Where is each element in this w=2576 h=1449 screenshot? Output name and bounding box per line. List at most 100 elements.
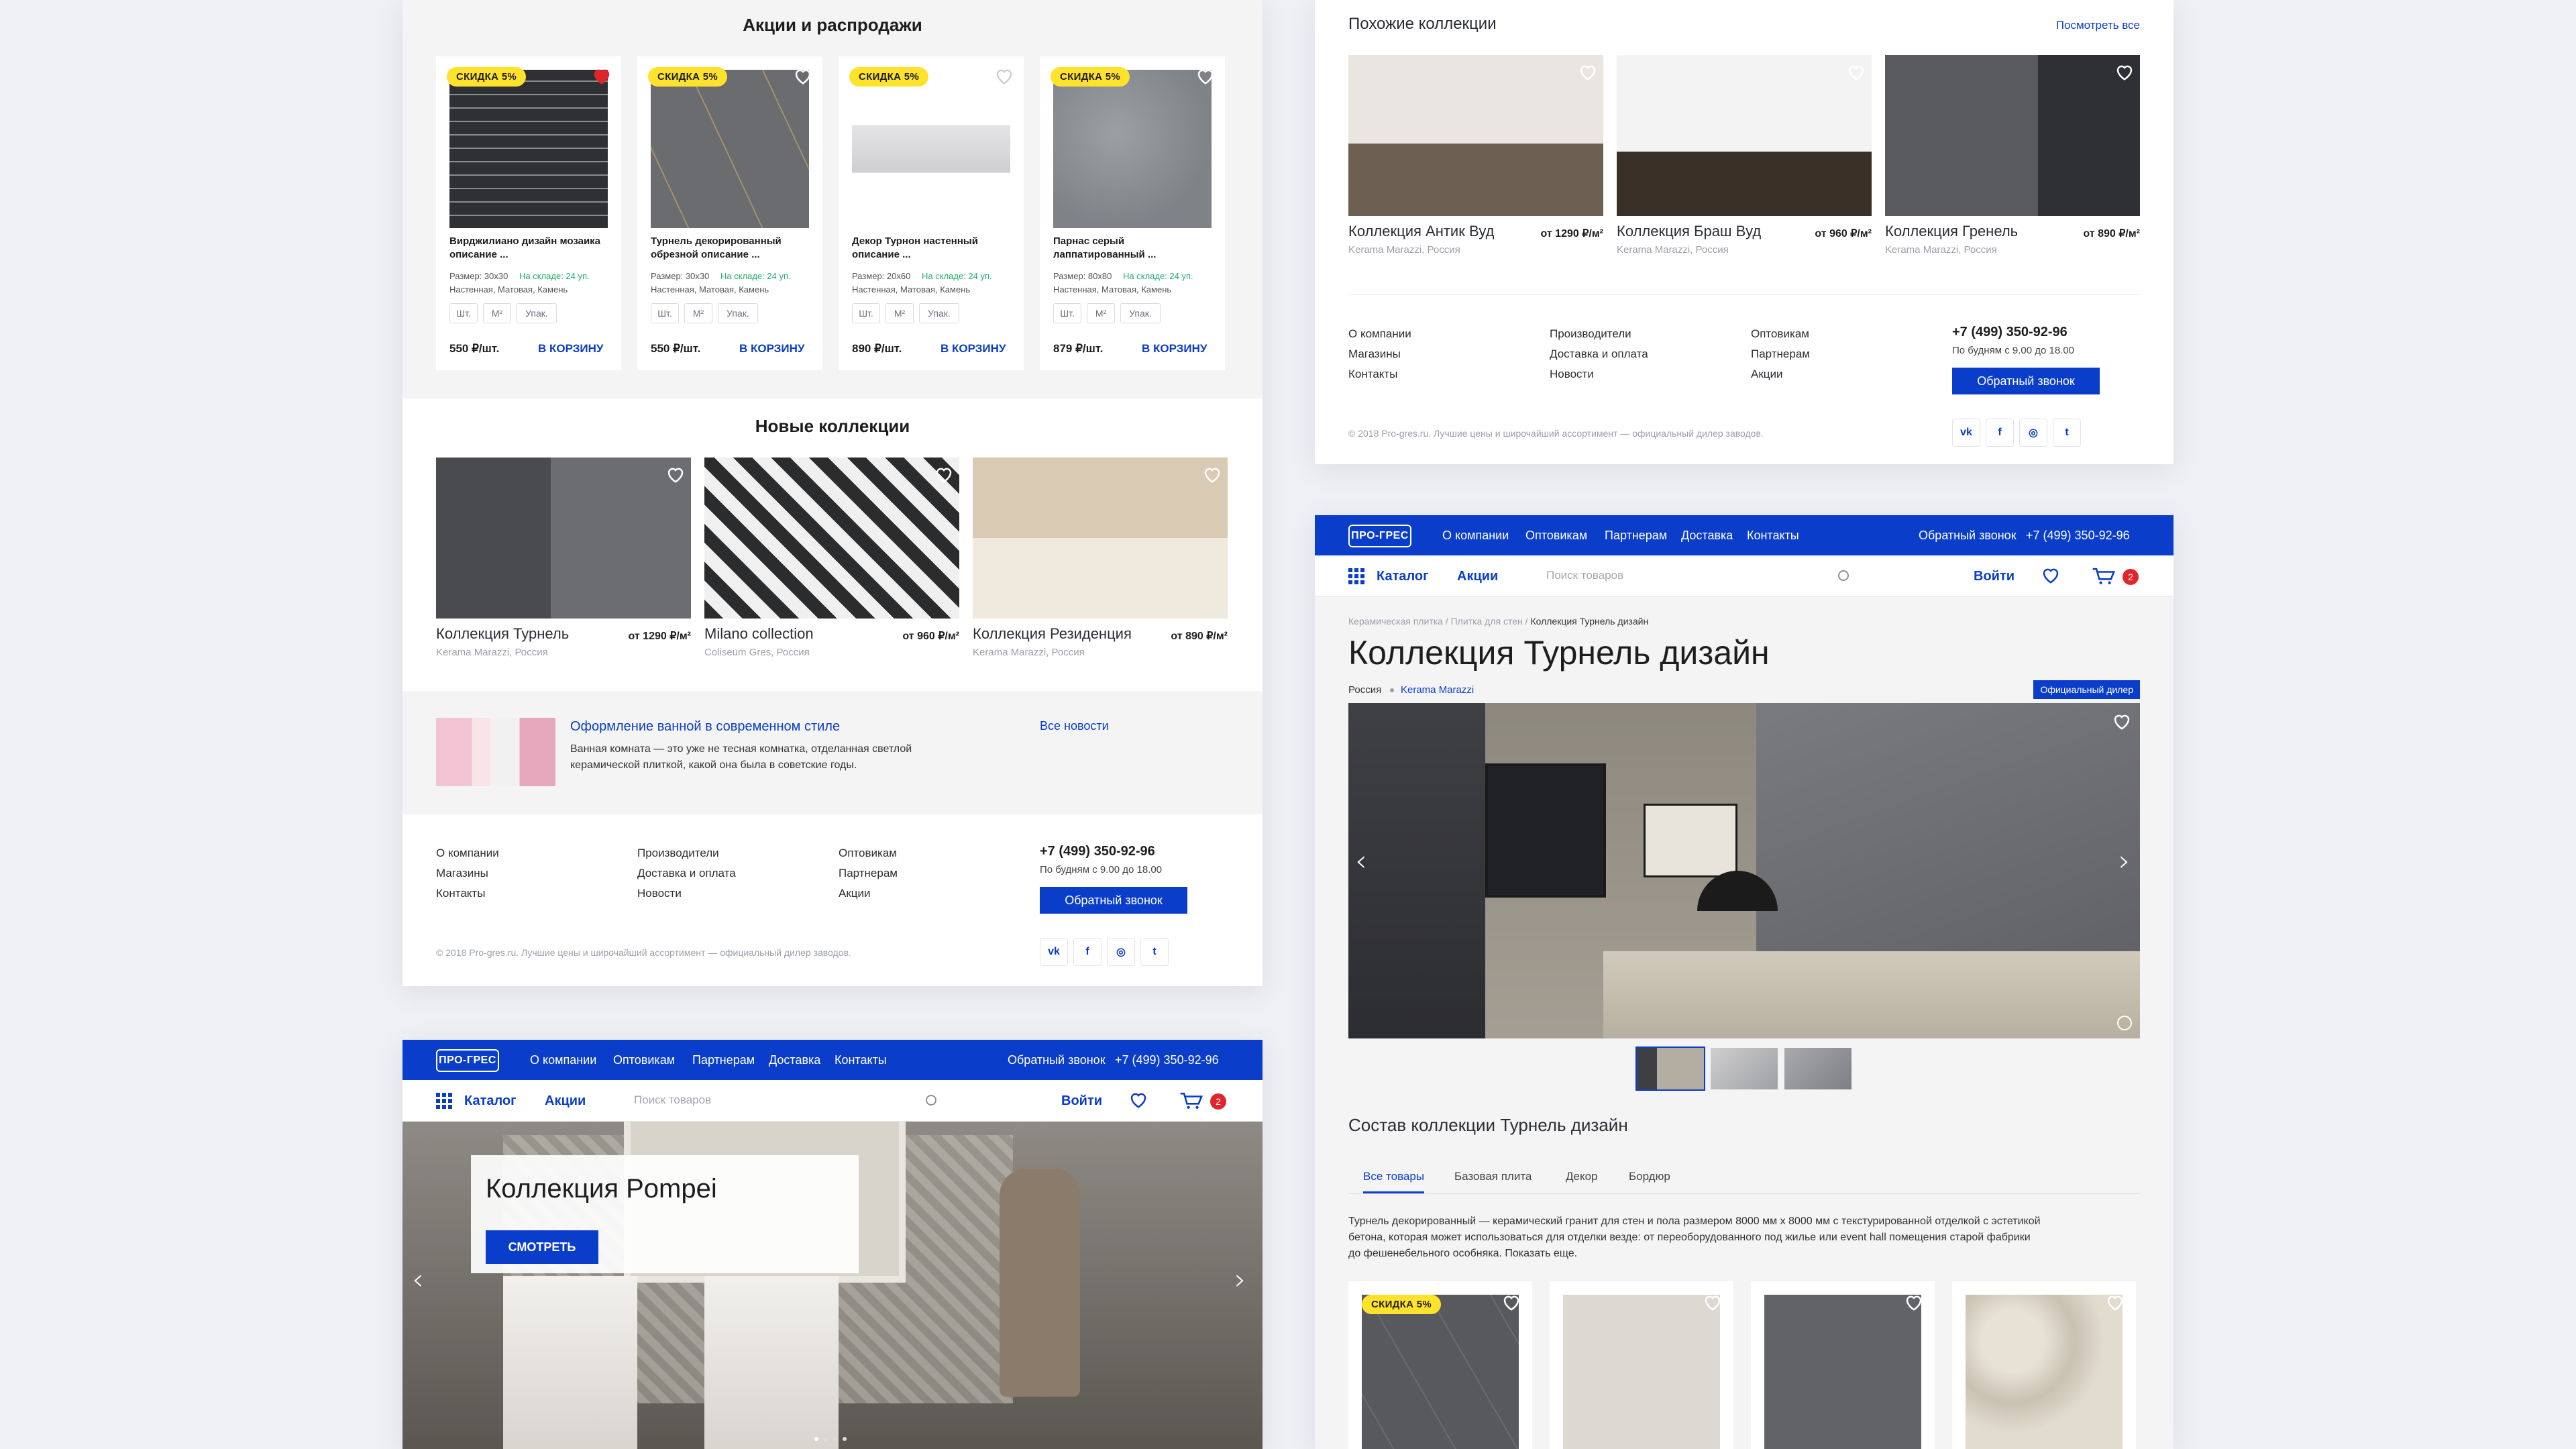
top-link-contacts[interactable]: Контакты: [1747, 529, 1799, 543]
favorite-icon[interactable]: [993, 66, 1016, 86]
favorite-icon[interactable]: [1902, 1292, 1925, 1312]
unit-pack[interactable]: Упак.: [517, 303, 557, 323]
collection-name[interactable]: Коллекция Антик Вуд: [1348, 223, 1494, 240]
footer-link[interactable]: Контакты: [436, 887, 485, 900]
favorite-icon[interactable]: [1194, 66, 1217, 86]
unit-m2[interactable]: М²: [684, 303, 712, 323]
social-f-icon[interactable]: f: [1073, 938, 1102, 966]
unit-m2[interactable]: М²: [885, 303, 914, 323]
social-tw-icon[interactable]: t: [1140, 938, 1169, 966]
collection-card[interactable]: Коллекция Антик Вуд от 1290 ₽/м² Kerama Ma…: [1348, 55, 1603, 256]
footer-link[interactable]: О компании: [1348, 327, 1411, 341]
product-image[interactable]: [651, 70, 809, 228]
footer-link[interactable]: Оптовикам: [839, 847, 897, 860]
search-icon[interactable]: [1838, 570, 1849, 581]
product-name[interactable]: Парнас серый лаппатированный ...: [1053, 235, 1214, 262]
favorite-icon[interactable]: [1701, 1292, 1724, 1312]
top-link-about[interactable]: О компании: [1442, 529, 1509, 543]
search-input[interactable]: Поиск товаров: [1546, 569, 1855, 582]
unit-pcs[interactable]: Шт.: [852, 303, 880, 323]
add-to-cart-button[interactable]: В КОРЗИНУ: [1142, 342, 1207, 356]
breadcrumb-item[interactable]: Плитка для стен: [1451, 616, 1523, 627]
favorites-icon[interactable]: [2039, 565, 2062, 585]
footer-link[interactable]: Акции: [1751, 368, 1783, 381]
zoom-icon[interactable]: [2117, 1016, 2132, 1030]
product-image[interactable]: [852, 70, 1010, 228]
social-ig-icon[interactable]: ◎: [2019, 419, 2047, 447]
footer-link[interactable]: Магазины: [1348, 347, 1401, 361]
callback-link[interactable]: Обратный звонок: [1919, 529, 2017, 543]
unit-pack[interactable]: Упак.: [718, 303, 758, 323]
promo-link[interactable]: Акции: [1457, 569, 1498, 584]
product-card[interactable]: СКИДКА 5% Декор Турнон настенный описание…: [839, 56, 1024, 370]
search-input[interactable]: Поиск товаров: [634, 1093, 943, 1107]
promo-link[interactable]: Акции: [545, 1093, 586, 1109]
gallery-thumb[interactable]: [1635, 1046, 1705, 1091]
add-to-cart-button[interactable]: В КОРЗИНУ: [739, 342, 804, 356]
product-card[interactable]: [1751, 1281, 1935, 1449]
footer-link[interactable]: Партнерам: [839, 867, 898, 880]
top-link-contacts[interactable]: Контакты: [835, 1053, 887, 1067]
footer-link[interactable]: Акции: [839, 887, 871, 900]
collection-image[interactable]: [704, 458, 959, 619]
gallery-prev-arrow[interactable]: ‹: [1355, 844, 1367, 878]
news-title[interactable]: Оформление ванной в современном стиле: [570, 719, 840, 735]
tab-decor[interactable]: Декор: [1566, 1170, 1598, 1183]
collection-name[interactable]: Коллекция Браш Вуд: [1617, 223, 1761, 240]
collection-card[interactable]: Коллекция Браш Вуд от 960 ₽/м² Kerama Mara…: [1617, 55, 1872, 256]
collection-name[interactable]: Коллекция Турнель: [436, 625, 569, 643]
top-link-delivery[interactable]: Доставка: [1681, 529, 1733, 543]
view-all-link[interactable]: Посмотреть все: [2056, 19, 2140, 32]
product-card[interactable]: СКИДКА 5% Парнас серый лаппатированный ..…: [1040, 56, 1225, 370]
favorite-icon[interactable]: [664, 464, 687, 484]
product-image[interactable]: [1764, 1295, 1921, 1449]
product-card[interactable]: СКИДКА 5% Турнель декорированный обрезной…: [637, 56, 822, 370]
logo[interactable]: ПРО-ГРЕС: [1348, 525, 1411, 547]
all-news-link[interactable]: Все новости: [1040, 719, 1109, 733]
login-link[interactable]: Войти: [1061, 1093, 1102, 1109]
social-ig-icon[interactable]: ◎: [1107, 938, 1135, 966]
footer-link[interactable]: Партнерам: [1751, 347, 1810, 361]
collection-card[interactable]: Коллекция Турнель от 1290 ₽/м² Kerama Mara…: [436, 458, 691, 659]
product-image[interactable]: [1362, 1295, 1519, 1449]
unit-pack[interactable]: Упак.: [1120, 303, 1161, 323]
footer-link[interactable]: Новости: [637, 887, 682, 900]
tab-all[interactable]: Все товары: [1363, 1170, 1425, 1193]
add-to-cart-button[interactable]: В КОРЗИНУ: [538, 342, 603, 356]
top-link-delivery[interactable]: Доставка: [769, 1053, 820, 1067]
hero-next-arrow[interactable]: ›: [1234, 1263, 1246, 1297]
header-phone[interactable]: +7 (499) 350-92-96: [1115, 1053, 1219, 1067]
footer-phone[interactable]: +7 (499) 350-92-96: [1952, 325, 2068, 340]
collection-name[interactable]: Milano collection: [704, 625, 814, 643]
favorite-icon[interactable]: [1201, 464, 1224, 484]
top-link-about[interactable]: О компании: [530, 1053, 596, 1067]
footer-link[interactable]: Доставка и оплата: [1550, 347, 1648, 361]
add-to-cart-button[interactable]: В КОРЗИНУ: [941, 342, 1006, 356]
footer-link[interactable]: Новости: [1550, 368, 1594, 381]
catalog-grid-icon[interactable]: [436, 1093, 452, 1109]
product-image[interactable]: [1053, 70, 1212, 228]
hero-pagination[interactable]: [814, 1437, 847, 1441]
news-thumbnail[interactable]: [436, 718, 555, 786]
product-image[interactable]: [1563, 1295, 1720, 1449]
collection-image[interactable]: [1885, 55, 2140, 216]
footer-link[interactable]: Производители: [1550, 327, 1631, 341]
gallery-favorite-icon[interactable]: [2110, 711, 2133, 731]
footer-link[interactable]: О компании: [436, 847, 499, 860]
product-card[interactable]: СКИДКА 5%: [1348, 1281, 1532, 1449]
gallery-thumb[interactable]: [1784, 1048, 1851, 1089]
collection-image[interactable]: [1348, 55, 1603, 216]
breadcrumb-item[interactable]: Керамическая плитка: [1348, 616, 1443, 627]
brand-link[interactable]: Kerama Marazzi: [1401, 684, 1474, 696]
unit-pcs[interactable]: Шт.: [449, 303, 478, 323]
collection-image[interactable]: [436, 458, 691, 619]
footer-phone[interactable]: +7 (499) 350-92-96: [1040, 844, 1155, 859]
product-card[interactable]: [1550, 1281, 1733, 1449]
cart-icon[interactable]: [1179, 1092, 1205, 1110]
favorite-icon[interactable]: [932, 464, 955, 484]
unit-pcs[interactable]: Шт.: [651, 303, 679, 323]
favorite-icon[interactable]: [1500, 1292, 1523, 1312]
product-image[interactable]: [1966, 1295, 2123, 1449]
login-link[interactable]: Войти: [1974, 569, 2015, 584]
product-name[interactable]: Турнель декорированный обрезной описание…: [651, 235, 812, 262]
